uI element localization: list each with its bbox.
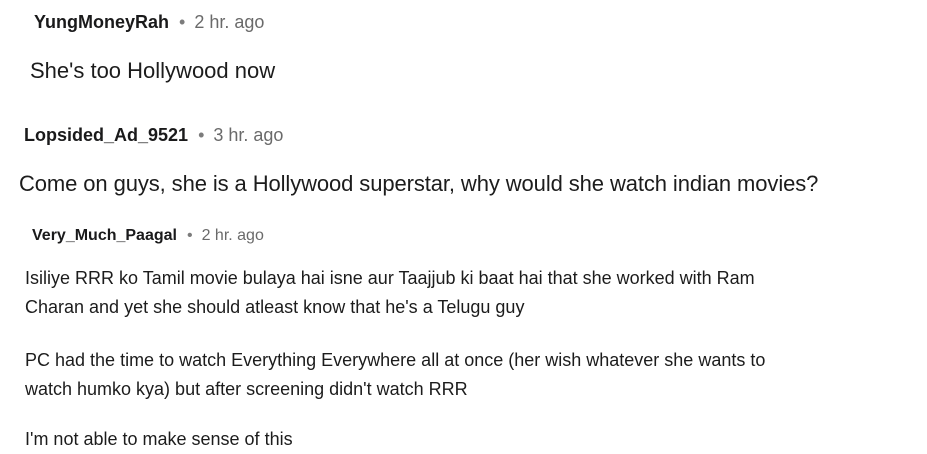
comment-body: She's too Hollywood now — [30, 58, 276, 83]
comment-timestamp[interactable]: 2 hr. ago — [202, 227, 264, 245]
comment-meta: Lopsided_Ad_9521 • 3 hr. ago — [24, 125, 283, 146]
comment-line: Isiliye RRR ko Tamil movie bulaya hai is… — [25, 268, 755, 288]
comment-body: Come on guys, she is a Hollywood superst… — [19, 171, 819, 196]
comment-timestamp[interactable]: 3 hr. ago — [213, 125, 283, 146]
comment-paragraph: PC had the time to watch Everything Ever… — [25, 346, 765, 404]
comment-meta: Very_Much_Paagal • 2 hr. ago — [32, 227, 264, 245]
comment-line: watch humko kya) but after screening did… — [25, 379, 468, 399]
comment-author[interactable]: YungMoneyRah — [34, 12, 169, 33]
comment-paragraph: Isiliye RRR ko Tamil movie bulaya hai is… — [25, 264, 755, 322]
separator-dot: • — [198, 125, 205, 145]
comment-author[interactable]: Very_Much_Paagal — [32, 227, 177, 245]
comment-meta: YungMoneyRah • 2 hr. ago — [34, 12, 264, 33]
separator-dot: • — [179, 12, 186, 32]
comment-line: PC had the time to watch Everything Ever… — [25, 350, 766, 370]
comment-timestamp[interactable]: 2 hr. ago — [194, 12, 264, 33]
comment-line: Charan and yet she should atleast know t… — [25, 297, 525, 317]
comment-author[interactable]: Lopsided_Ad_9521 — [24, 125, 188, 146]
separator-dot: • — [186, 227, 193, 244]
